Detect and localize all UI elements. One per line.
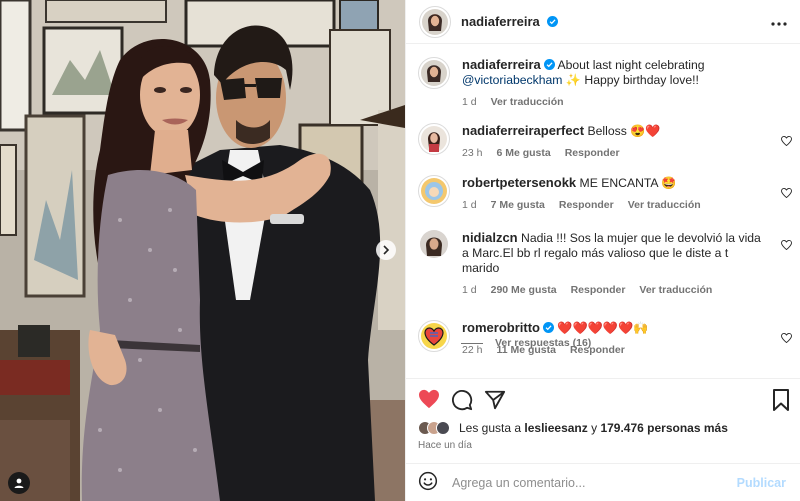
save-button[interactable] [772, 389, 790, 416]
comment-likes[interactable]: 11 Me gusta [496, 343, 556, 358]
caption-mention-link[interactable]: @victoriabeckham [462, 73, 562, 87]
caption: nadiaferreira About last night celebrati… [418, 57, 792, 110]
bookmark-icon [773, 389, 789, 411]
comment-likes[interactable]: 7 Me gusta [491, 198, 545, 213]
likes-prefix: Les gusta a [459, 421, 522, 435]
comment-button[interactable] [451, 389, 473, 416]
liker-avatar [436, 421, 450, 435]
user-icon [14, 478, 24, 488]
comment-avatar[interactable] [420, 230, 448, 258]
caption-text: nadiaferreira About last night celebrati… [462, 57, 792, 88]
comment-input[interactable] [452, 476, 737, 490]
comment-likes[interactable]: 290 Me gusta [491, 283, 557, 298]
action-icons-row [418, 389, 790, 413]
send-icon [484, 390, 506, 410]
comment-item: robertpetersenokk ME ENCANTA 🤩 1 d 7 Me … [418, 175, 792, 213]
chevron-right-icon [383, 245, 390, 255]
publish-comment-button[interactable]: Publicar [737, 476, 786, 490]
author-avatar[interactable] [419, 5, 451, 38]
caption-translate-button[interactable]: Ver traducción [491, 95, 564, 110]
comment-avatar[interactable] [418, 175, 450, 207]
caption-meta: 1 d Ver traducción [462, 95, 792, 110]
like-post-button[interactable] [418, 389, 440, 414]
likes-count[interactable]: 179.476 personas más [600, 421, 727, 435]
comment-item: romerobritto ❤️❤️❤️❤️❤️🙌 22 h 11 Me gust… [418, 320, 792, 358]
emoji-button[interactable] [418, 471, 438, 496]
author-username[interactable]: nadiaferreira [461, 14, 540, 29]
comment-text: ❤️❤️❤️❤️❤️🙌 [557, 321, 649, 335]
comment-text: ME ENCANTA 🤩 [579, 176, 677, 190]
comment-avatar-image [420, 230, 448, 258]
caption-text-end: ✨ Happy birthday love!! [565, 73, 699, 87]
comment-likes[interactable]: 6 Me gusta [496, 146, 550, 161]
comment-item: nidialzcn Nadia !!! Sos la mujer que le … [418, 230, 792, 298]
verified-badge-icon [543, 322, 554, 333]
like-comment-button[interactable] [781, 185, 792, 203]
liker-avatars [418, 421, 450, 435]
caption-avatar[interactable] [418, 57, 450, 89]
heart-outline-icon [781, 187, 792, 199]
caption-username[interactable]: nadiaferreira [462, 57, 541, 72]
post-header: nadiaferreira [406, 0, 800, 44]
post-actions: Les gusta a leslieesanz y 179.476 person… [406, 378, 800, 501]
comment-icon [452, 390, 473, 411]
comment-time[interactable]: 23 h [462, 146, 482, 161]
reply-button[interactable]: Responder [565, 146, 620, 161]
share-button[interactable] [484, 389, 506, 416]
more-options-button[interactable] [771, 14, 787, 30]
author-username-link[interactable]: nadiaferreira [461, 13, 559, 31]
reply-button[interactable]: Responder [570, 343, 625, 358]
translate-button[interactable]: Ver traducción [628, 198, 701, 213]
reply-button[interactable]: Responder [559, 198, 614, 213]
emoji-icon [418, 471, 438, 490]
caption-text-start: About last night celebrating [557, 58, 705, 72]
comment-time[interactable]: 1 d [462, 198, 477, 213]
like-comment-button[interactable] [781, 237, 792, 255]
heart-outline-icon [781, 332, 792, 344]
comment-item: nadiaferreiraperfect Belloss 😍❤️ 23 h 6 … [418, 123, 792, 161]
next-photo-button[interactable] [376, 240, 396, 260]
post-photo[interactable] [0, 0, 405, 501]
tagged-users-button[interactable] [8, 472, 30, 494]
comment-avatar-image [421, 323, 447, 349]
comment-username[interactable]: robertpetersenokk [462, 175, 576, 190]
comment-avatar-image [421, 126, 447, 152]
comment-avatar[interactable] [418, 123, 450, 155]
caption-time[interactable]: 1 d [462, 95, 477, 110]
more-horizontal-icon [771, 21, 787, 26]
comment-username[interactable]: nidialzcn [462, 230, 518, 245]
comments-list[interactable]: nadiaferreira About last night celebrati… [406, 45, 800, 377]
likes-summary[interactable]: Les gusta a leslieesanz y 179.476 person… [418, 421, 728, 435]
heart-filled-icon [419, 389, 439, 409]
author-avatar-image [422, 8, 448, 35]
add-comment-bar: Publicar [406, 463, 800, 501]
like-comment-button[interactable] [781, 133, 792, 151]
comment-username[interactable]: nadiaferreiraperfect [462, 123, 584, 138]
comment-time[interactable]: 22 h [462, 343, 482, 358]
comment-time[interactable]: 1 d [462, 283, 477, 298]
heart-outline-icon [781, 135, 792, 147]
verified-badge-icon [543, 59, 555, 70]
liker-username[interactable]: leslieesanz [524, 421, 587, 435]
verified-badge-icon [547, 15, 559, 27]
comment-username[interactable]: romerobritto [462, 320, 540, 335]
caption-avatar-image [421, 60, 447, 86]
reply-button[interactable]: Responder [571, 283, 626, 298]
translate-button[interactable]: Ver traducción [639, 283, 712, 298]
post-detail-panel: nadiaferreira nadiaferreira About last n… [405, 0, 800, 501]
heart-outline-icon [781, 239, 792, 251]
comment-avatar[interactable] [418, 320, 450, 352]
like-comment-button[interactable] [781, 330, 792, 348]
comment-text: Belloss 😍❤️ [587, 124, 661, 138]
comment-avatar-image [421, 178, 447, 204]
photo-scene [0, 0, 405, 501]
post-time[interactable]: Hace un día [418, 440, 472, 451]
likes-connector: y [591, 421, 598, 435]
